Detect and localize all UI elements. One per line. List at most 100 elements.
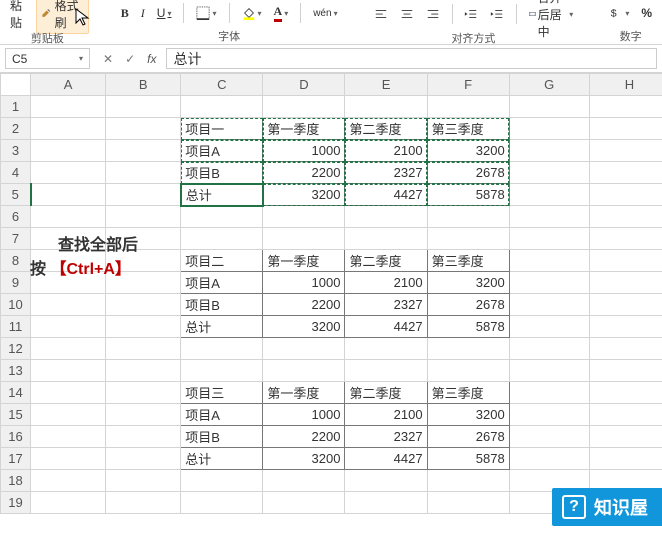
table-cell[interactable]: 2100 [345,140,427,162]
col-header[interactable]: D [263,74,345,96]
table-cell[interactable]: 2200 [263,294,345,316]
table-header-cell[interactable]: 第二季度 [345,250,427,272]
spreadsheet-grid[interactable]: A B C D E F G H 1 2 项目一 第一季度 第二季度 第三季度 3… [0,73,662,514]
table-cell[interactable]: 1000 [263,272,345,294]
table-cell[interactable]: 项目A [181,404,263,426]
table-cell[interactable]: 4427 [345,184,427,206]
fill-color-button[interactable]: ▾ [238,4,266,22]
table-cell[interactable]: 4427 [345,316,427,338]
percent-button[interactable]: % [637,4,656,22]
row-header[interactable]: 4 [1,162,31,184]
table-cell[interactable]: 总计 [181,316,263,338]
align-left-button[interactable] [370,5,392,23]
border-button[interactable]: ▾ [192,4,220,22]
row-header[interactable]: 13 [1,360,31,382]
row-header[interactable]: 9 [1,272,31,294]
row-header[interactable]: 12 [1,338,31,360]
number-format-button[interactable]: $ ▾ [605,4,633,22]
table-header-cell[interactable]: 项目二 [181,250,263,272]
row-header[interactable]: 8 [1,250,31,272]
formula-input[interactable]: 总计 [166,48,657,69]
table-cell[interactable]: 5878 [427,316,509,338]
table-header-cell[interactable]: 项目三 [181,382,263,404]
row-header[interactable]: 18 [1,470,31,492]
underline-button[interactable]: U▾ [153,4,176,22]
table-cell[interactable]: 项目A [181,140,263,162]
merge-center-button[interactable]: 合并后居中 ▾ [525,0,578,42]
table-cell[interactable]: 1000 [263,140,345,162]
select-all-button[interactable] [1,74,31,96]
bold-button[interactable]: B [117,4,133,23]
row-header[interactable]: 1 [1,96,31,118]
col-header[interactable]: E [345,74,427,96]
table-cell[interactable]: 2327 [345,426,427,448]
row-header[interactable]: 10 [1,294,31,316]
row-header[interactable]: 3 [1,140,31,162]
row-header[interactable]: 2 [1,118,31,140]
table-cell[interactable]: 2100 [345,404,427,426]
col-header[interactable]: A [31,74,106,96]
row-header[interactable]: 17 [1,448,31,470]
col-header[interactable]: B [106,74,181,96]
table-cell[interactable]: 2678 [427,162,509,184]
table-header-cell[interactable]: 项目一 [181,118,263,140]
row-header[interactable]: 19 [1,492,31,514]
table-cell[interactable]: 项目B [181,294,263,316]
font-color-button[interactable]: A ▾ [270,2,293,24]
name-box-dropdown-icon[interactable]: ▾ [79,54,83,63]
table-header-cell[interactable]: 第一季度 [263,382,345,404]
table-cell[interactable]: 2100 [345,272,427,294]
col-header[interactable]: F [427,74,509,96]
table-cell[interactable]: 3200 [427,404,509,426]
table-cell[interactable]: 4427 [345,448,427,470]
table-header-cell[interactable]: 第三季度 [427,118,509,140]
indent-increase-button[interactable] [486,5,508,23]
table-cell[interactable]: 3200 [263,184,345,206]
table-cell[interactable]: 3200 [263,448,345,470]
table-cell[interactable]: 3200 [263,316,345,338]
paste-button[interactable]: 粘贴 [6,0,32,33]
align-center-button[interactable] [396,5,418,23]
phonetic-button[interactable]: wén ▾ [309,6,341,21]
align-right-button[interactable] [422,5,444,23]
fx-button[interactable]: fx [147,52,156,66]
table-cell[interactable]: 项目B [181,162,263,184]
table-cell[interactable]: 1000 [263,404,345,426]
cancel-formula-button[interactable]: ✕ [103,52,113,66]
table-header-cell[interactable]: 第三季度 [427,382,509,404]
table-cell[interactable]: 2678 [427,426,509,448]
table-cell[interactable]: 3200 [427,272,509,294]
active-cell[interactable]: 总计 [181,184,263,206]
table-header-cell[interactable]: 第三季度 [427,250,509,272]
name-box[interactable]: C5 ▾ [5,48,90,69]
table-cell[interactable]: 5878 [427,184,509,206]
table-cell[interactable]: 2678 [427,294,509,316]
row-header[interactable]: 14 [1,382,31,404]
table-cell[interactable]: 5878 [427,448,509,470]
table-cell[interactable]: 项目B [181,426,263,448]
table-cell[interactable]: 2327 [345,162,427,184]
table-cell[interactable]: 3200 [427,140,509,162]
row-header[interactable]: 6 [1,206,31,228]
enter-formula-button[interactable]: ✓ [125,52,135,66]
table-cell[interactable]: 2200 [263,162,345,184]
col-header[interactable]: H [589,74,662,96]
col-header[interactable]: G [509,74,589,96]
format-painter-button[interactable]: 格式刷 [36,0,89,34]
table-header-cell[interactable]: 第一季度 [263,118,345,140]
table-cell[interactable]: 2327 [345,294,427,316]
table-cell[interactable]: 项目A [181,272,263,294]
row-header[interactable]: 16 [1,426,31,448]
col-header[interactable]: C [181,74,263,96]
indent-decrease-button[interactable] [460,5,482,23]
table-cell[interactable]: 2200 [263,426,345,448]
row-header[interactable]: 7 [1,228,31,250]
table-cell[interactable]: 总计 [181,448,263,470]
table-header-cell[interactable]: 第二季度 [345,118,427,140]
table-header-cell[interactable]: 第二季度 [345,382,427,404]
italic-button[interactable]: I [137,4,149,23]
row-header[interactable]: 11 [1,316,31,338]
table-header-cell[interactable]: 第一季度 [263,250,345,272]
row-header[interactable]: 5 [1,184,31,206]
row-header[interactable]: 15 [1,404,31,426]
